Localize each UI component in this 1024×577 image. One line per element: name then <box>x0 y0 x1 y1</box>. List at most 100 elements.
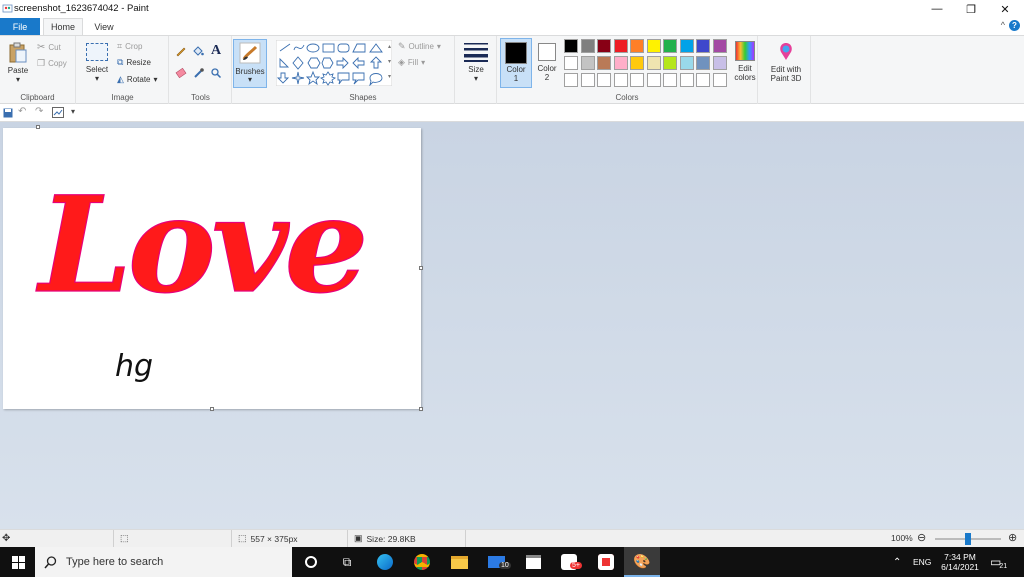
clock[interactable]: 7:34 PM 6/14/2021 <box>936 547 984 577</box>
palette-swatch[interactable] <box>597 73 611 87</box>
palette-swatch[interactable] <box>712 56 727 70</box>
palette-swatch[interactable] <box>646 56 661 70</box>
palette-swatch[interactable] <box>679 39 694 53</box>
palette-swatch[interactable] <box>564 73 578 87</box>
resize-handle-top[interactable] <box>36 125 40 129</box>
fill-button[interactable]: ◈ Fill ▾ <box>398 57 425 68</box>
love-text: Love <box>35 168 365 323</box>
undo-icon[interactable]: ↶ <box>18 106 26 117</box>
copy-button[interactable]: ❐ Copy <box>37 57 67 69</box>
search-placeholder: Type here to search <box>66 556 164 568</box>
shapes-gallery[interactable] <box>276 40 392 86</box>
eraser-icon[interactable] <box>175 67 187 79</box>
palette-swatch[interactable] <box>663 73 677 87</box>
taskbar-paint[interactable]: 🎨 <box>624 547 660 577</box>
palette-swatch[interactable] <box>646 73 661 87</box>
color-wheel-icon <box>735 41 755 61</box>
palette-swatch[interactable] <box>564 56 578 70</box>
start-button[interactable] <box>0 547 36 577</box>
crop-button[interactable]: ⌗ Crop <box>117 41 142 52</box>
palette-swatch[interactable] <box>613 56 628 70</box>
palette-swatch[interactable] <box>679 56 694 70</box>
palette-swatch[interactable] <box>696 56 710 70</box>
resize-handle-bottom[interactable] <box>210 407 214 411</box>
palette-swatch[interactable] <box>663 56 677 70</box>
collapse-ribbon-icon[interactable]: ^ <box>1001 20 1005 30</box>
palette-swatch[interactable] <box>597 56 611 70</box>
palette-swatch[interactable] <box>597 39 611 53</box>
paste-button[interactable]: Paste ▾ <box>4 40 32 88</box>
notifications-button[interactable]: ▭ 21 <box>990 547 1007 577</box>
pencil-icon[interactable] <box>175 45 187 57</box>
palette-swatch[interactable] <box>564 39 578 53</box>
palette-swatch[interactable] <box>712 39 727 53</box>
shapes-scroll[interactable]: ▴ ▾ ▾ <box>385 40 394 86</box>
help-icon[interactable]: ? <box>1009 20 1020 31</box>
taskbar-mail[interactable]: 10 <box>478 547 514 577</box>
taskbar-file-explorer[interactable] <box>441 547 477 577</box>
palette-swatch[interactable] <box>613 73 628 87</box>
clipboard-group-label: Clipboard <box>20 93 55 102</box>
palette-swatch[interactable] <box>630 73 644 87</box>
taskbar-app[interactable]: 5+ <box>551 547 587 577</box>
palette-swatch[interactable] <box>613 39 628 53</box>
language-indicator[interactable]: ENG <box>913 547 931 577</box>
brushes-button[interactable]: Brushes ▾ <box>233 39 267 88</box>
edit-with-paint3d-button[interactable]: Edit with Paint 3D <box>764 40 808 88</box>
drawing-canvas[interactable]: Love hg <box>3 125 423 411</box>
fill-bucket-icon: ◈ <box>398 57 405 67</box>
resize-handle-right[interactable] <box>419 266 423 270</box>
rotate-button[interactable]: ◭ Rotate ▾ <box>117 74 158 85</box>
taskbar-edge[interactable] <box>367 547 403 577</box>
select-button[interactable]: Select ▾ <box>81 40 113 88</box>
size-button[interactable]: Size ▾ <box>459 40 493 88</box>
resize-handle-corner[interactable] <box>419 407 423 411</box>
color1-button[interactable]: Color 1 <box>500 38 532 88</box>
minimize-button[interactable]: — <box>920 0 954 18</box>
customize-toolbar-icon[interactable]: ▾ <box>71 107 75 116</box>
palette-swatch[interactable] <box>646 39 661 53</box>
save-icon[interactable] <box>3 108 13 118</box>
fill-bucket-icon[interactable] <box>192 45 204 57</box>
zoom-slider-thumb[interactable] <box>965 533 971 545</box>
zoom-out-icon[interactable]: ⊖ <box>917 531 926 544</box>
restore-button[interactable]: ❐ <box>954 0 988 18</box>
palette-swatch[interactable] <box>696 73 710 87</box>
resize-button[interactable]: ⧉ Resize <box>117 57 151 68</box>
zoom-in-icon[interactable]: ⊕ <box>1008 531 1017 544</box>
palette-swatch[interactable] <box>630 39 644 53</box>
palette-swatch[interactable] <box>712 73 727 87</box>
shapes-group: ▴ ▾ ▾ ✎ Outline ▾ ◈ Fill ▾ Shapes <box>272 36 455 104</box>
tab-home[interactable]: Home <box>43 18 83 35</box>
palette-swatch[interactable] <box>580 73 595 87</box>
task-view-button[interactable]: ⧉ <box>329 547 365 577</box>
tab-file[interactable]: File <box>0 18 40 35</box>
cut-button[interactable]: ✂ Cut <box>37 41 61 53</box>
magnifier-icon[interactable] <box>210 67 222 79</box>
palette-swatch[interactable] <box>580 39 595 53</box>
taskbar-photos[interactable] <box>588 547 624 577</box>
cortana-button[interactable] <box>293 547 329 577</box>
palette-swatch[interactable] <box>580 56 595 70</box>
palette-swatch[interactable] <box>679 73 694 87</box>
edit-colors-button[interactable]: Edit colors <box>731 40 759 88</box>
chevron-down-icon: ▾ <box>247 75 252 84</box>
text-tool-icon[interactable]: A <box>211 43 221 59</box>
taskbar-store[interactable] <box>515 547 551 577</box>
search-icon <box>44 555 57 568</box>
color-picker-icon[interactable] <box>193 67 205 79</box>
show-hidden-icons[interactable]: ⌃ <box>893 547 901 577</box>
taskbar-search-box[interactable]: Type here to search <box>35 547 292 577</box>
palette-swatch[interactable] <box>630 56 644 70</box>
zoom-slider[interactable] <box>935 533 1001 545</box>
tab-view[interactable]: View <box>86 18 122 35</box>
color2-button[interactable]: Color 2 <box>534 38 560 88</box>
taskbar-chrome[interactable] <box>404 547 440 577</box>
redo-icon[interactable]: ↷ <box>35 106 43 117</box>
image-properties-icon[interactable] <box>52 107 64 118</box>
palette-swatch[interactable] <box>696 39 710 53</box>
window-title: screenshot_1623674042 - Paint <box>14 3 149 14</box>
palette-swatch[interactable] <box>663 39 677 53</box>
close-button[interactable]: ✕ <box>988 0 1022 18</box>
outline-button[interactable]: ✎ Outline ▾ <box>398 41 441 52</box>
